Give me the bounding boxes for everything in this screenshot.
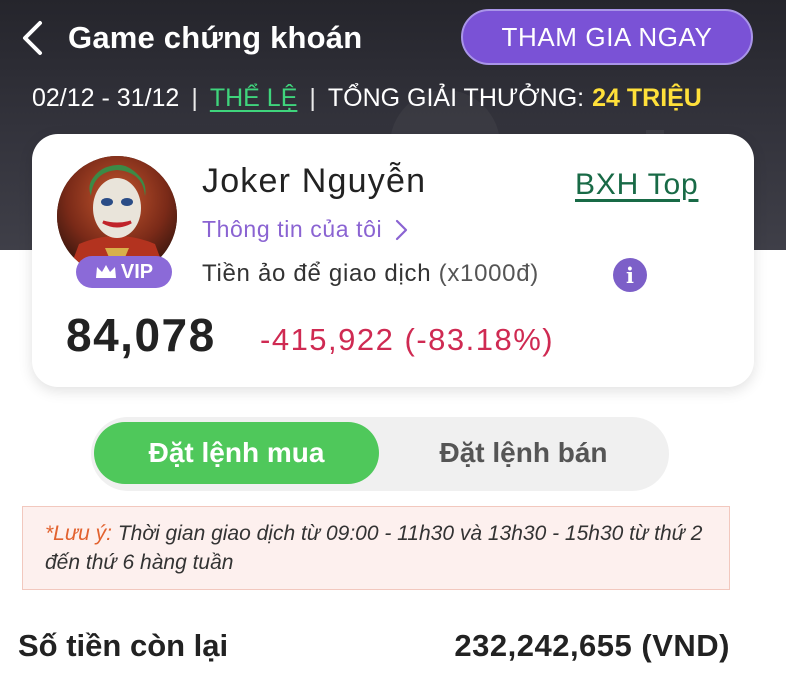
user-name: Joker Nguyễn	[202, 162, 427, 200]
prize-label: TỔNG GIẢI THƯỞNG:	[327, 83, 585, 112]
prize-value: 24 TRIỆU	[592, 83, 702, 112]
event-date-range: 02/12 - 31/12	[32, 83, 180, 112]
virtual-money-unit: (x1000đ)	[438, 260, 539, 287]
my-info-label: Thông tin của tôi	[202, 216, 383, 242]
leaderboard-link[interactable]: BXH Top	[575, 168, 698, 202]
chevron-right-icon	[396, 219, 408, 240]
sell-order-tab[interactable]: Đặt lệnh bán	[381, 422, 666, 484]
notice-text: Thời gian giao dịch từ 09:00 - 11h30 và …	[45, 522, 703, 574]
vip-label: VIP	[120, 260, 154, 283]
divider: |	[191, 83, 198, 112]
balance-change: -415,922 (-83.18%)	[260, 322, 555, 357]
page-title: Game chứng khoán	[68, 20, 363, 55]
join-now-button[interactable]: THAM GIA NGAY	[461, 9, 753, 65]
event-info-bar: 02/12 - 31/12 | THỂ LỆ | TỔNG GIẢI THƯỞN…	[32, 78, 772, 118]
remaining-amount-value: 232,242,655 (VND)	[454, 628, 730, 663]
chevron-left-icon	[23, 21, 42, 55]
profile-card: VIP Joker Nguyễn Thông tin của tôi BXH T…	[32, 134, 754, 387]
virtual-balance: 84,078	[66, 309, 216, 361]
vip-badge: VIP	[76, 256, 172, 288]
order-type-toggle: Đặt lệnh mua Đặt lệnh bán	[91, 417, 669, 491]
trading-hours-notice: *Lưu ý: Thời gian giao dịch từ 09:00 - 1…	[22, 506, 730, 590]
my-info-link[interactable]: Thông tin của tôi	[202, 216, 408, 243]
virtual-money-text: Tiền ảo để giao dịch	[202, 260, 432, 287]
back-button[interactable]	[14, 18, 50, 58]
rules-link[interactable]: THỂ LỆ	[210, 84, 298, 113]
crown-icon	[95, 265, 116, 278]
notice-label: *Lưu ý:	[45, 522, 113, 545]
avatar-container: VIP	[57, 156, 177, 291]
info-icon[interactable]: i	[613, 258, 647, 292]
divider: |	[309, 83, 316, 112]
buy-order-tab[interactable]: Đặt lệnh mua	[94, 422, 379, 484]
remaining-amount-label: Số tiền còn lại	[18, 628, 229, 663]
virtual-money-label: Tiền ảo để giao dịch (x1000đ)	[202, 260, 539, 288]
